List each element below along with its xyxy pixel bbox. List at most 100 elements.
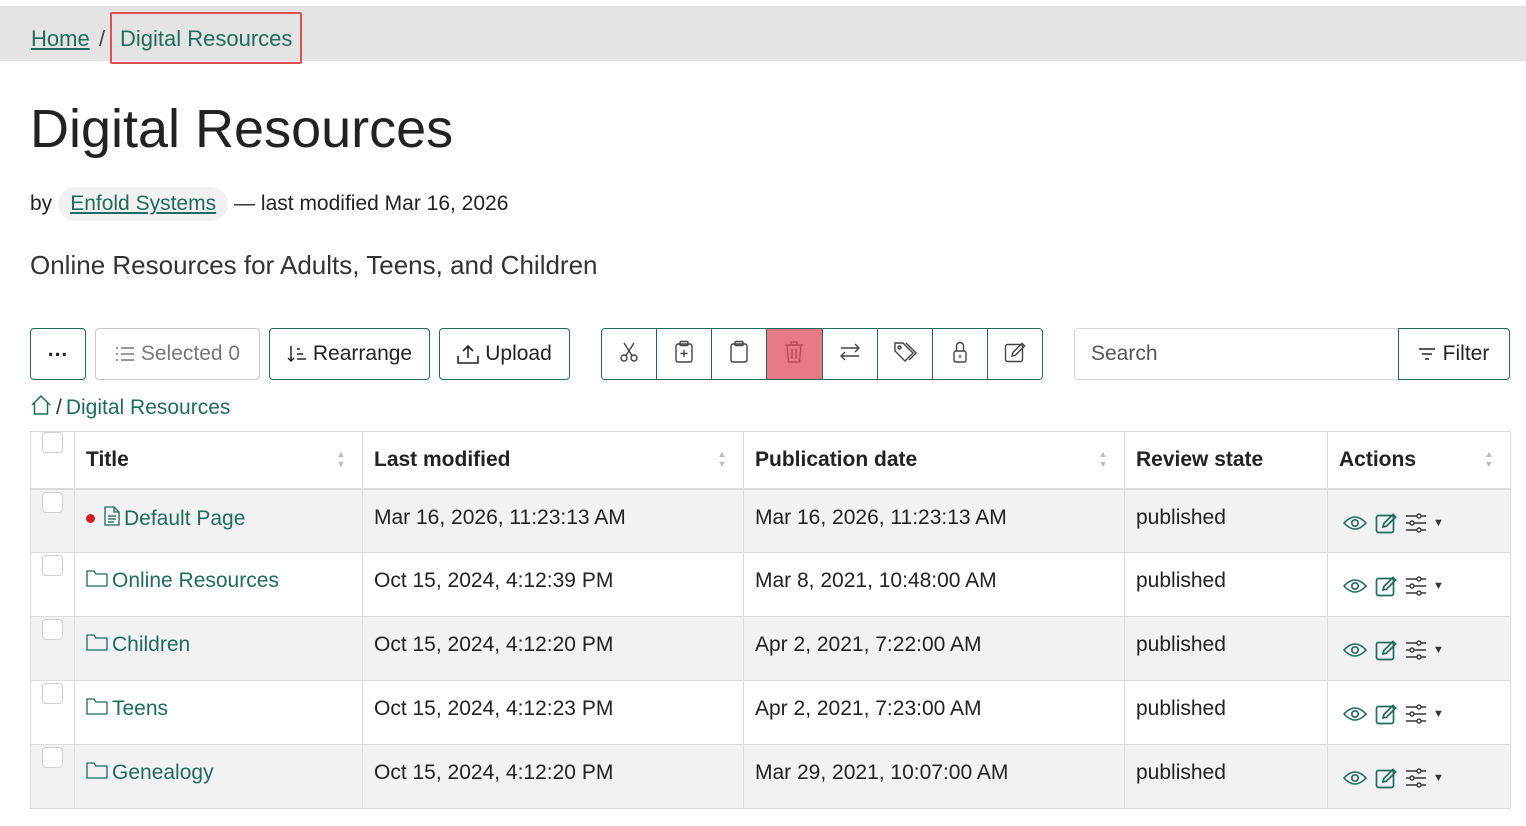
folder-icon — [86, 633, 108, 657]
lock-button[interactable] — [932, 329, 988, 379]
row-select-cell — [30, 744, 75, 809]
sort-icon: ▲ ▼ — [1098, 449, 1108, 469]
settings-sliders-icon[interactable] — [1405, 768, 1427, 788]
chevron-down-icon[interactable]: ▼ — [1433, 517, 1444, 529]
item-title-link[interactable]: Online Resources — [112, 569, 279, 593]
page-description: Online Resources for Adults, Teens, and … — [30, 250, 598, 280]
view-icon[interactable] — [1343, 642, 1367, 658]
edit-button[interactable] — [987, 329, 1042, 379]
sort-icon: ▲ ▼ — [1484, 449, 1494, 469]
table-row: Children Oct 15, 2024, 4:12:20 PM Apr 2, 2… — [30, 616, 1511, 681]
copy-icon — [673, 340, 695, 369]
delete-icon — [784, 340, 804, 368]
breadcrumb-home-link[interactable]: Home — [31, 26, 90, 52]
author-link[interactable]: Enfold Systems — [58, 187, 229, 221]
cut-button[interactable] — [602, 329, 658, 379]
row-checkbox[interactable] — [42, 683, 63, 704]
item-title-link[interactable]: Children — [112, 633, 190, 657]
document-icon — [104, 505, 120, 532]
default-page-indicator — [86, 514, 95, 523]
edit-icon[interactable] — [1375, 575, 1397, 597]
settings-sliders-icon[interactable] — [1405, 576, 1427, 596]
search-input[interactable] — [1074, 328, 1398, 380]
more-actions-button[interactable]: ... — [30, 328, 86, 380]
edit-icon[interactable] — [1375, 767, 1397, 789]
review-state-cell: published — [1124, 488, 1328, 553]
title-cell: Genealogy — [74, 744, 363, 809]
column-actions-label: Actions — [1339, 447, 1417, 471]
actions-cell: ▼ — [1327, 744, 1511, 809]
folder-icon — [86, 761, 108, 785]
paste-button[interactable] — [712, 329, 768, 379]
tags-button[interactable] — [877, 329, 933, 379]
item-title-link[interactable]: Default Page — [124, 507, 245, 531]
column-header-review-state[interactable]: Review state — [1124, 431, 1328, 490]
rename-icon — [838, 342, 862, 367]
title-cell: Default Page — [74, 488, 363, 553]
list-icon — [115, 346, 135, 362]
column-header-last-modified[interactable]: Last modified ▲ ▼ — [362, 431, 744, 490]
rename-button[interactable] — [822, 329, 878, 379]
row-checkbox[interactable] — [42, 491, 63, 513]
selected-count-label: Selected 0 — [140, 342, 241, 365]
row-checkbox[interactable] — [42, 619, 63, 640]
edit-icon[interactable] — [1375, 639, 1397, 661]
sort-icon: ▲ ▼ — [717, 449, 727, 469]
table-row: Genealogy Oct 15, 2024, 4:12:20 PM Mar 29,… — [30, 744, 1511, 809]
item-actions-group — [601, 328, 1043, 380]
row-checkbox[interactable] — [42, 555, 63, 576]
table-row: Online Resources Oct 15, 2024, 4:12:39 PM… — [30, 552, 1511, 617]
delete-button[interactable] — [767, 329, 823, 379]
item-title-link[interactable]: Teens — [112, 697, 168, 721]
item-title-link[interactable]: Genealogy — [112, 761, 214, 785]
chevron-down-icon[interactable]: ▼ — [1433, 772, 1444, 784]
upload-button[interactable]: Upload — [439, 328, 570, 380]
view-icon[interactable] — [1343, 706, 1367, 722]
view-icon[interactable] — [1343, 515, 1367, 531]
review-state-cell: published — [1124, 616, 1328, 681]
settings-sliders-icon[interactable] — [1405, 704, 1427, 724]
copy-button[interactable] — [657, 329, 713, 379]
sort-icon — [287, 344, 307, 364]
chevron-down-icon[interactable]: ▼ — [1433, 644, 1444, 656]
publication-date-cell: Mar 8, 2021, 10:48:00 AM — [743, 552, 1125, 617]
review-state-cell: published — [1124, 552, 1328, 617]
edit-icon[interactable] — [1375, 703, 1397, 725]
path-current-link[interactable]: Digital Resources — [66, 396, 231, 420]
column-header-publication-date[interactable]: Publication date ▲ ▼ — [743, 431, 1125, 490]
column-header-title[interactable]: Title ▲ ▼ — [74, 431, 363, 490]
column-last-modified-label: Last modified — [374, 447, 511, 471]
column-publication-date-label: Publication date — [755, 447, 918, 471]
tags-icon — [893, 340, 917, 369]
row-select-cell — [30, 552, 75, 617]
selected-items-button[interactable]: Selected 0 — [95, 328, 260, 380]
edit-icon[interactable] — [1375, 512, 1397, 534]
view-icon[interactable] — [1343, 770, 1367, 786]
row-checkbox[interactable] — [42, 747, 63, 768]
more-actions-label: ... — [47, 338, 69, 361]
home-icon[interactable] — [30, 394, 52, 422]
chevron-down-icon[interactable]: ▼ — [1433, 580, 1444, 592]
breadcrumb-current-link[interactable]: Digital Resources — [120, 26, 292, 52]
title-cell: Children — [74, 616, 363, 681]
chevron-down-icon[interactable]: ▼ — [1433, 708, 1444, 720]
upload-label: Upload — [485, 342, 552, 365]
filter-button[interactable]: Filter — [1398, 328, 1510, 380]
last-modified-cell: Mar 16, 2026, 11:23:13 AM — [362, 488, 744, 553]
breadcrumb: Home / Digital Resources — [0, 6, 1526, 64]
folder-path: / Digital Resources — [30, 394, 230, 422]
table-header-row: Title ▲ ▼ Last modified ▲ ▼ Publication date… — [30, 431, 1511, 490]
row-select-cell — [30, 488, 75, 553]
folder-icon — [86, 697, 108, 721]
settings-sliders-icon[interactable] — [1405, 512, 1427, 533]
settings-sliders-icon[interactable] — [1405, 640, 1427, 660]
actions-cell: ▼ — [1327, 552, 1511, 617]
edit-icon — [1004, 341, 1026, 368]
upload-icon — [457, 344, 480, 364]
publication-date-cell: Apr 2, 2021, 7:23:00 AM — [743, 680, 1125, 745]
path-separator: / — [56, 396, 62, 419]
view-icon[interactable] — [1343, 578, 1367, 594]
column-header-actions[interactable]: Actions ▲ ▼ — [1327, 431, 1511, 490]
select-all-checkbox[interactable] — [42, 432, 63, 453]
rearrange-button[interactable]: Rearrange — [269, 328, 430, 380]
